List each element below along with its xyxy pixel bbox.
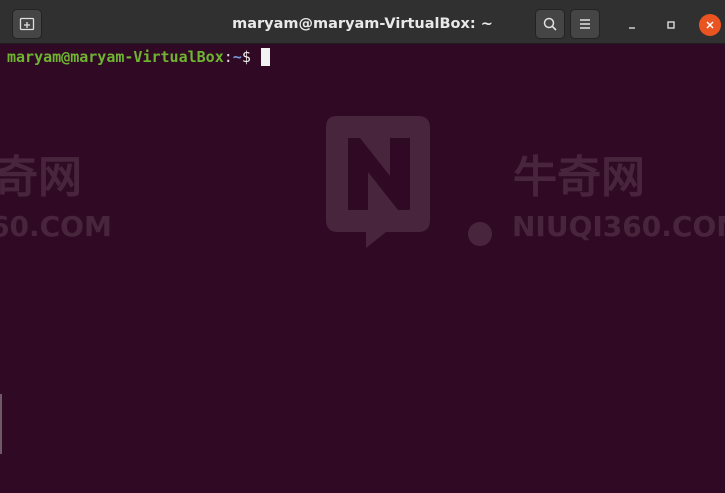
text-cursor (260, 48, 270, 66)
watermark-right-cn: 牛奇网 (513, 152, 645, 203)
search-icon (543, 17, 557, 31)
terminal-window: maryam@maryam-VirtualBox: ~ 奇网 60.COM 牛奇… (0, 0, 725, 493)
hamburger-menu-icon (580, 19, 590, 29)
prompt-user: maryam@maryam-VirtualBox (7, 48, 224, 66)
minimize-button[interactable] (621, 14, 643, 36)
prompt-line[interactable]: maryam@maryam-VirtualBox:~$ (7, 48, 270, 66)
watermark: 奇网 60.COM 牛奇网 NIUQI360.COM (0, 116, 725, 248)
close-button[interactable] (699, 14, 721, 36)
prompt-path: ~ (232, 48, 242, 66)
watermark-left-cn: 奇网 (0, 152, 82, 203)
prompt-separator: : (223, 48, 233, 66)
menu-button[interactable] (570, 9, 600, 39)
watermark-logo (326, 116, 492, 248)
maximize-button[interactable] (660, 14, 682, 36)
window-title: maryam@maryam-VirtualBox: ~ (232, 16, 493, 32)
prompt-symbol: $ (241, 48, 260, 66)
minimize-icon (629, 27, 635, 29)
watermark-left-domain: 60.COM (0, 210, 112, 243)
search-button[interactable] (535, 9, 565, 39)
close-icon (706, 21, 714, 29)
terminal-area[interactable]: 奇网 60.COM 牛奇网 NIUQI360.COM maryam@maryam… (0, 44, 725, 493)
maximize-icon (667, 21, 675, 29)
title-bar[interactable]: maryam@maryam-VirtualBox: ~ (0, 0, 725, 44)
window-edge-handle (0, 394, 2, 454)
watermark-right-domain: NIUQI360.COM (512, 210, 725, 243)
